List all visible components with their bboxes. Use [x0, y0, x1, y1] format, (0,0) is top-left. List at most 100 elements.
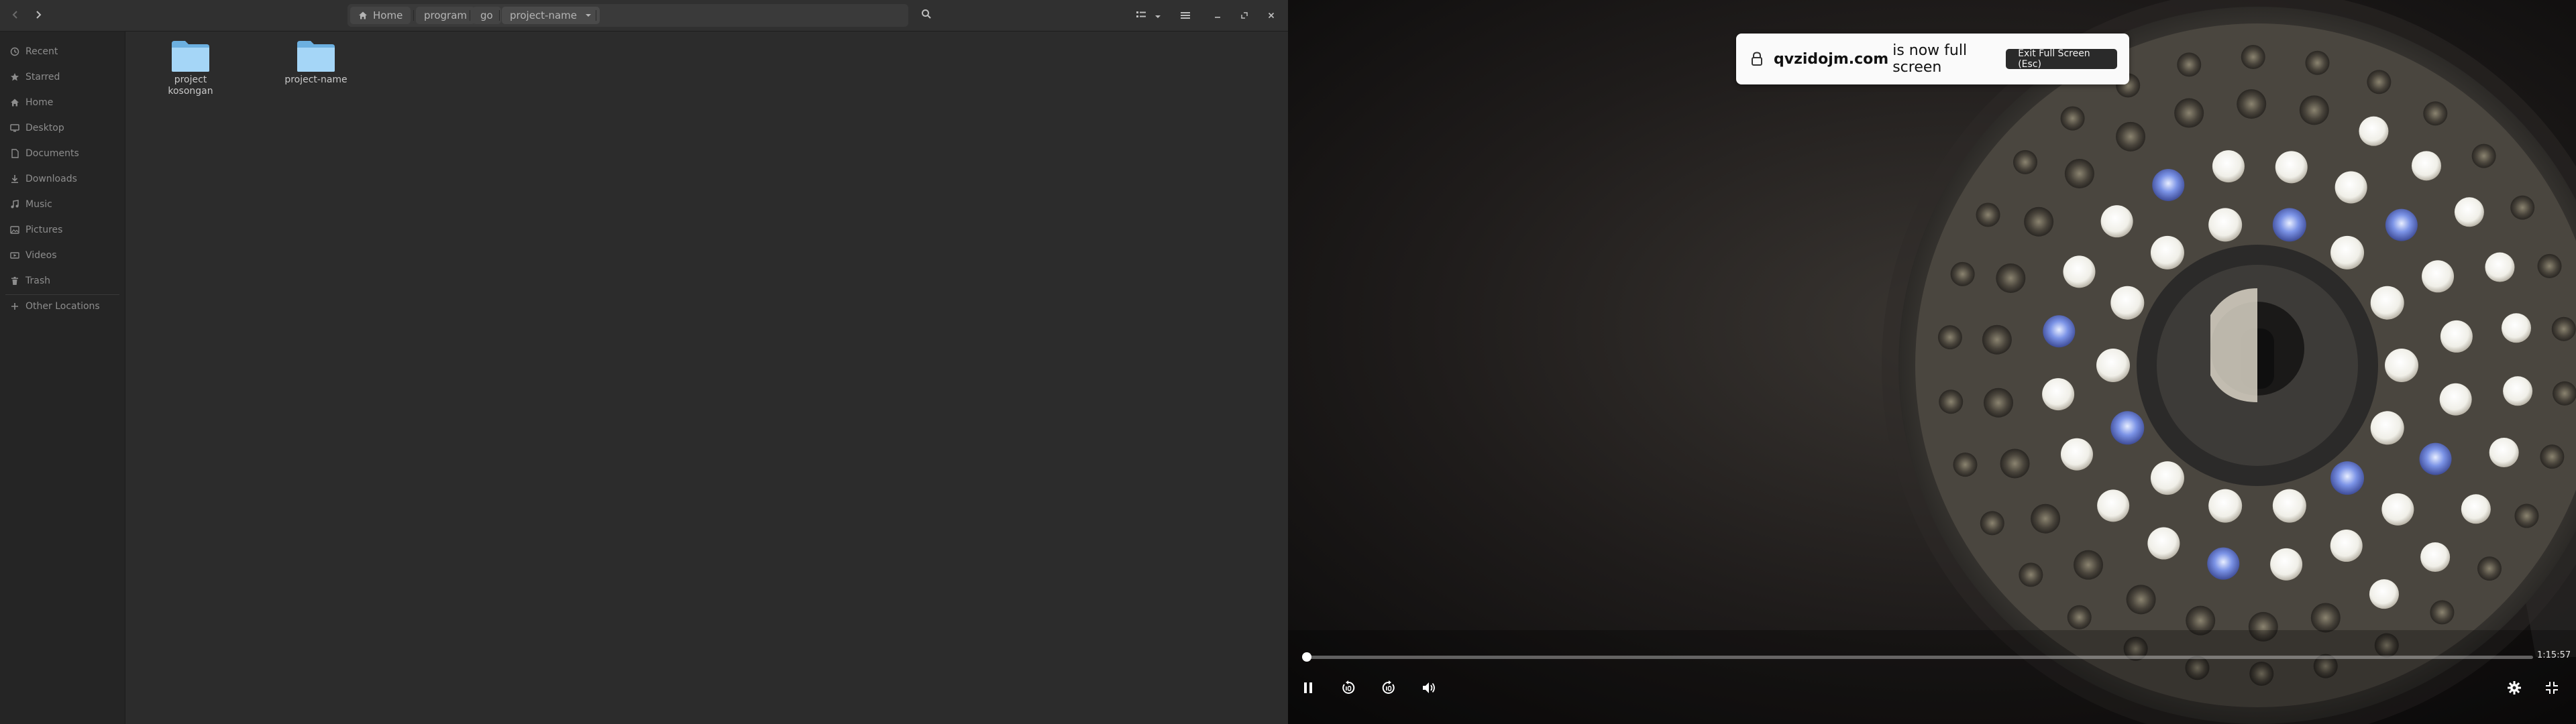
lamp-led — [2422, 260, 2455, 293]
breadcrumb-separator — [413, 10, 414, 21]
lamp-led — [2063, 255, 2096, 288]
lamp-led — [2485, 252, 2515, 282]
sidebar-item-label: Home — [25, 97, 54, 108]
video-player[interactable]: qvzidojm.com is now full screen Exit Ful… — [1288, 0, 2576, 724]
sidebar-item-recent[interactable]: Recent — [9, 45, 58, 58]
sidebar-divider — [5, 294, 119, 295]
volume-button[interactable] — [1418, 678, 1440, 700]
exit-fullscreen-icon — [2545, 681, 2559, 697]
lamp-led — [2489, 438, 2519, 468]
sidebar-item-home[interactable]: Home — [9, 96, 53, 109]
lamp-led — [2385, 349, 2418, 382]
lamp-led — [2385, 208, 2418, 241]
progress-bar[interactable] — [1301, 652, 2533, 662]
file-manager-window: Home program go project-name Recent Star… — [0, 0, 1288, 724]
exit-fullscreen-button[interactable]: Exit Full Screen (Esc) — [2006, 48, 2117, 70]
sidebar-item-label: Starred — [25, 72, 60, 82]
folder-icon — [154, 40, 227, 73]
lamp-led — [2097, 489, 2130, 522]
star-icon — [9, 72, 20, 82]
minimize-button[interactable] — [1208, 5, 1228, 25]
lamp-led — [2370, 286, 2404, 320]
lamp-led — [2305, 50, 2330, 75]
lamp-led — [2439, 383, 2472, 416]
breadcrumb-program[interactable]: program — [416, 7, 476, 24]
settings-button[interactable] — [2504, 678, 2525, 700]
breadcrumb-go[interactable]: go — [472, 7, 501, 24]
lamp-led — [2367, 70, 2392, 95]
forward-icon — [1381, 680, 1396, 698]
sidebar-item-label: Downloads — [25, 174, 77, 184]
breadcrumb-label: project-name — [510, 9, 578, 21]
trash-icon — [9, 276, 20, 286]
lamp-led — [2420, 542, 2451, 572]
lamp-led — [2454, 197, 2484, 227]
sidebar-item-pictures[interactable]: Pictures — [9, 223, 62, 237]
sidebar-item-downloads[interactable]: Downloads — [9, 172, 77, 186]
forward-10-button[interactable] — [1378, 678, 1399, 700]
sidebar-item-label: Music — [25, 199, 52, 210]
pause-icon — [1303, 682, 1313, 697]
search-icon — [921, 9, 932, 22]
lamp-led — [2208, 489, 2243, 523]
lamp-led — [2430, 600, 2455, 625]
lamp-led — [1937, 325, 1962, 350]
file-name: project kosongan — [154, 74, 227, 97]
sidebar-item-music[interactable]: Music — [9, 198, 52, 211]
gear-icon — [2507, 680, 2522, 698]
breadcrumb-home[interactable]: Home — [350, 7, 411, 24]
maximize-button[interactable] — [1234, 5, 1254, 25]
lamp-led — [2510, 195, 2535, 220]
forward-button[interactable] — [28, 5, 48, 25]
lamp-led — [2477, 556, 2502, 581]
rewind-10-button[interactable] — [1338, 678, 1359, 700]
lamp-led — [2000, 448, 2030, 479]
sidebar-item-label: Trash — [25, 276, 50, 286]
back-button[interactable] — [5, 5, 25, 25]
lamp-led — [2423, 101, 2448, 126]
sidebar-item-trash[interactable]: Trash — [9, 274, 50, 288]
lamp-led — [1976, 202, 2000, 227]
lamp-led — [2177, 52, 2202, 77]
lamp-led — [2067, 605, 2092, 629]
close-button[interactable] — [1261, 5, 1281, 25]
sidebar-item-other-locations[interactable]: Other Locations — [9, 300, 100, 313]
lamp-led — [2150, 461, 2184, 495]
restore-icon — [1240, 9, 1248, 22]
close-icon — [1267, 9, 1275, 22]
lamp-led — [2150, 235, 2184, 269]
sidebar-item-documents[interactable]: Documents — [9, 147, 79, 160]
sidebar: Recent Starred Home Desktop Documents Do… — [0, 32, 125, 724]
folder-icon — [279, 40, 353, 73]
lamp-led — [2207, 547, 2240, 580]
lamp-led — [2359, 116, 2389, 146]
lamp-led — [2241, 45, 2265, 70]
lamp-led — [2060, 438, 2093, 471]
sidebar-item-starred[interactable]: Starred — [9, 70, 60, 84]
document-icon — [9, 148, 20, 159]
lamp-led — [2330, 461, 2365, 495]
lamp-led — [2553, 381, 2576, 406]
folder-item[interactable]: project kosongan — [154, 40, 227, 97]
exit-fullscreen-control[interactable] — [2541, 678, 2563, 700]
search-button[interactable] — [916, 5, 936, 25]
view-toggle-button[interactable] — [1131, 5, 1151, 25]
sidebar-item-desktop[interactable]: Desktop — [9, 121, 64, 135]
pause-button[interactable] — [1297, 678, 1319, 700]
sidebar-item-label: Other Locations — [25, 301, 100, 312]
folder-item[interactable]: project-name — [279, 40, 353, 86]
breadcrumb-separator — [499, 10, 500, 21]
lamp-led — [2440, 320, 2473, 353]
sidebar-item-videos[interactable]: Videos — [9, 249, 57, 262]
picture-icon — [9, 225, 20, 235]
view-options-button[interactable] — [1151, 5, 1165, 25]
menu-button[interactable] — [1175, 5, 1195, 25]
list-view-icon — [1136, 9, 1146, 22]
lock-icon — [1751, 52, 1763, 66]
lamp-led — [2551, 316, 2576, 341]
progress-handle[interactable] — [1301, 652, 1311, 662]
hamburger-icon — [1181, 9, 1190, 22]
lamp-led — [2060, 106, 2085, 131]
path-bar: Home program go project-name — [347, 4, 908, 27]
breadcrumb-project-name[interactable]: project-name — [502, 7, 600, 24]
